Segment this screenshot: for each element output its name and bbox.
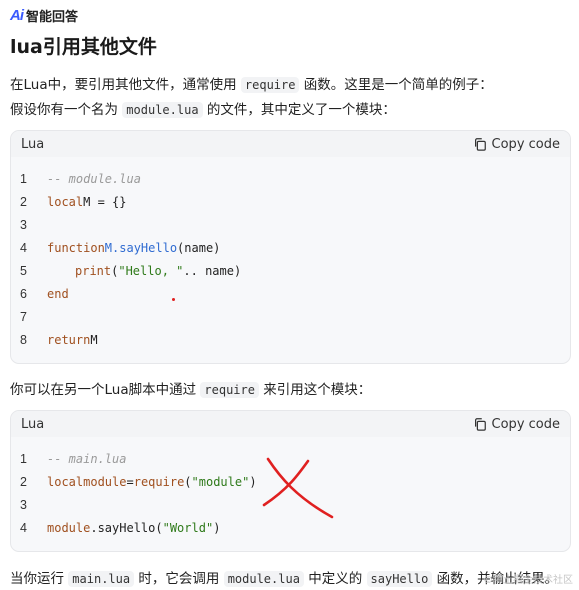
code-string: "module": [191, 474, 250, 489]
code-language-label: Lua: [21, 136, 45, 152]
copy-code-label: Copy code: [491, 416, 560, 432]
code-text: (: [111, 263, 119, 278]
footer-paragraph: 当你运行 main.lua 时，它会调用 module.lua 中定义的 say…: [10, 567, 558, 587]
intro-text: 函数。这里是一个简单的例子：: [299, 77, 493, 93]
annotation-dot: [172, 298, 175, 301]
copy-code-label: Copy code: [491, 136, 560, 152]
code-variable: module: [47, 520, 91, 535]
inline-code-require: require: [200, 382, 259, 398]
copy-icon: [474, 138, 486, 151]
code-line: 1 -- module.lua: [11, 167, 570, 190]
line-number: 2: [20, 474, 27, 489]
code-variable: module: [83, 474, 127, 489]
code-keyword: function: [47, 240, 105, 255]
code-line: 6 end: [11, 282, 570, 305]
intro-text: 的文件，其中定义了一个模块：: [202, 102, 396, 118]
code-function-name: M.sayHello: [104, 240, 178, 255]
middle-paragraph: 你可以在另一个Lua脚本中通过 require 来引用这个模块：: [10, 378, 371, 398]
line-number: 3: [20, 497, 27, 512]
line-number: 5: [20, 263, 27, 278]
line-number: 4: [20, 520, 27, 535]
line-number: 4: [20, 240, 27, 255]
code-comment: -- main.lua: [47, 451, 127, 466]
code-text: ): [213, 520, 221, 535]
code-text: M = {}: [83, 194, 127, 209]
line-number: 8: [20, 332, 27, 347]
code-keyword: return: [47, 332, 91, 347]
code-header: Lua Copy code: [11, 411, 570, 437]
inline-code-require: require: [240, 77, 300, 93]
footer-text: 当你运行: [10, 571, 69, 587]
intro-text: 在Lua中，要引用其他文件，通常使用: [10, 77, 241, 93]
code-text: .. name): [183, 263, 242, 278]
code-text: ): [249, 474, 257, 489]
code-text: .sayHello(: [90, 520, 163, 535]
line-number: 3: [20, 217, 27, 232]
brand: Ai 智能回答: [10, 5, 78, 25]
code-lines: 1 -- module.lua 2 local M = {} 3 4 function…: [11, 157, 570, 351]
code-string: "Hello, ": [118, 263, 184, 278]
code-line: 2 local M = {}: [11, 190, 570, 213]
code-line: 5 print("Hello, " .. name): [11, 259, 570, 282]
code-line: 3: [11, 213, 570, 236]
inline-code-main: main.lua: [68, 571, 135, 587]
inline-code-module: module.lua: [122, 102, 203, 118]
copy-code-button[interactable]: Copy code: [473, 137, 560, 152]
code-line: 7: [11, 305, 570, 328]
intro-text: 假设你有一个名为: [10, 102, 123, 118]
page-title: lua引用其他文件: [10, 36, 157, 58]
brand-logo: Ai: [10, 6, 24, 24]
watermark: ©稀土掘金技术社区: [483, 575, 573, 586]
code-comment: -- module.lua: [47, 171, 141, 186]
code-keyword: local: [47, 474, 84, 489]
code-language-label: Lua: [21, 416, 45, 432]
copy-code-button[interactable]: Copy code: [473, 417, 560, 432]
line-number: 1: [20, 171, 27, 186]
middle-text: 你可以在另一个Lua脚本中通过: [10, 382, 201, 398]
code-text: (name): [177, 240, 221, 255]
code-line: 8 return M: [11, 328, 570, 351]
code-string: "World": [162, 520, 214, 535]
code-text: M: [90, 332, 98, 347]
line-number: 2: [20, 194, 27, 209]
code-builtin: print: [75, 263, 112, 278]
footer-text: 中定义的: [303, 571, 367, 587]
inline-code-sayhello: sayHello: [366, 571, 433, 587]
intro-paragraph-2: 假设你有一个名为 module.lua 的文件，其中定义了一个模块：: [10, 98, 396, 118]
code-text: =: [126, 474, 134, 489]
code-keyword: local: [47, 194, 84, 209]
code-header: Lua Copy code: [11, 131, 570, 157]
code-text: (: [184, 474, 192, 489]
code-line: 4 function M.sayHello (name): [11, 236, 570, 259]
inline-code-module: module.lua: [223, 571, 304, 587]
brand-name: 智能回答: [26, 9, 79, 25]
code-block-module: Lua Copy code 1 -- module.lua 2 local M = …: [10, 130, 571, 364]
line-number: 1: [20, 451, 27, 466]
intro-paragraph-1: 在Lua中，要引用其他文件，通常使用 require 函数。这里是一个简单的例子…: [10, 73, 493, 93]
code-keyword: end: [47, 286, 69, 301]
line-number: 7: [20, 309, 27, 324]
middle-text: 来引用这个模块：: [258, 382, 372, 398]
footer-text: 时，它会调用: [134, 571, 224, 587]
copy-icon: [474, 418, 486, 431]
annotation-cross-mark: [262, 457, 334, 519]
line-number: 6: [20, 286, 27, 301]
code-builtin: require: [133, 474, 185, 489]
